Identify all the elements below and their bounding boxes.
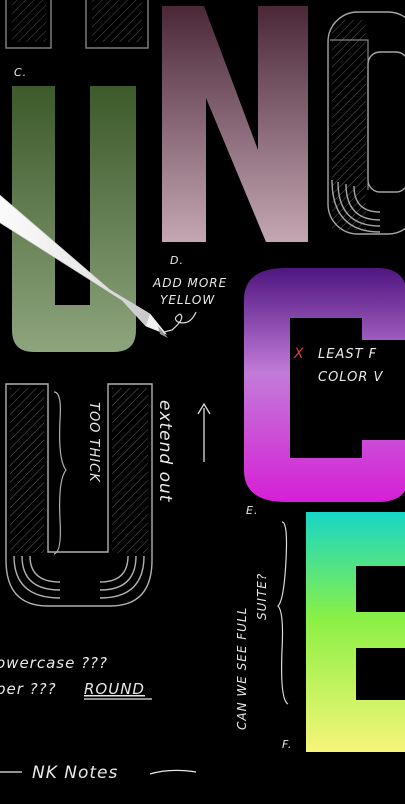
note-lowercase: owercase ??? [0, 654, 108, 672]
note-label-e: E. [246, 504, 258, 517]
note-can-we-see: CAN WE SEE FULL [235, 607, 249, 730]
note-red-x: X [293, 346, 304, 362]
note-round: ROUND [84, 680, 145, 698]
note-per: per ??? [0, 680, 57, 698]
note-too-thick: TOO THICK [86, 402, 101, 483]
note-least-line2: COLOR V [318, 370, 384, 385]
note-label-d: D. [170, 254, 184, 267]
note-suite: SUITE? [255, 573, 269, 620]
note-yellow: YELLOW [160, 293, 215, 307]
lettering-artwork: C. D. ADD MORE YELLOW X LEAST F COLOR V [0, 0, 405, 804]
note-label-c: C. [14, 66, 27, 79]
note-label-f: F. [282, 738, 292, 751]
letter-e-gradient [306, 512, 405, 752]
note-nk-notes: NK Notes [32, 763, 118, 783]
note-least-line1: LEAST F [318, 347, 377, 362]
note-extend-out: extend out [155, 400, 175, 503]
note-add-more: ADD MORE [152, 276, 227, 290]
